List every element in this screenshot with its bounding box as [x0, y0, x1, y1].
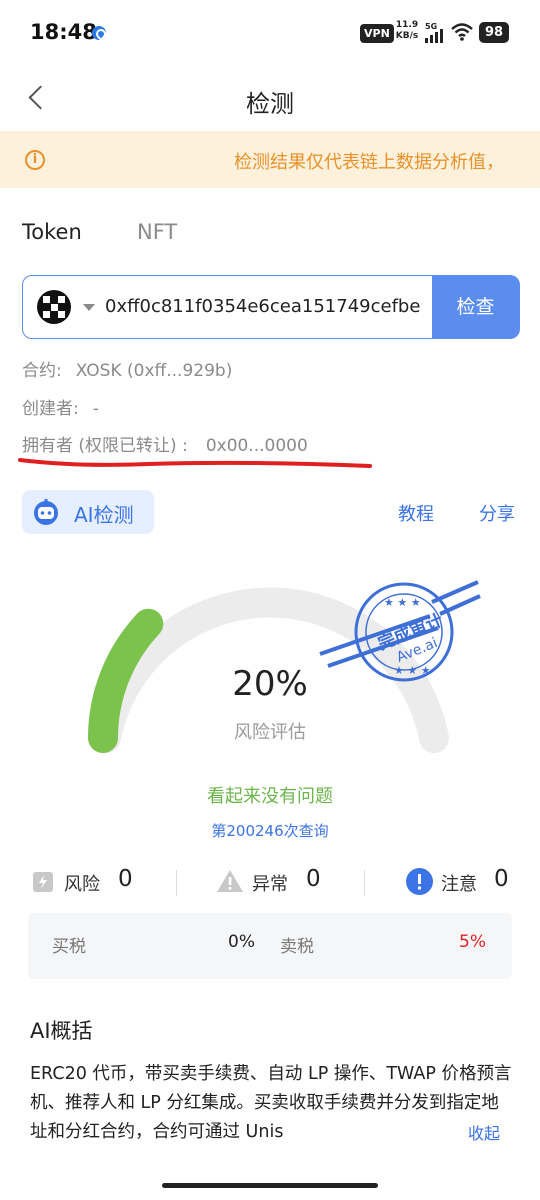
contract-value[interactable]: XOSK (0xff...929b)	[76, 361, 233, 381]
notice-banner: i 检测结果仅代表链上数据分析值，	[0, 131, 540, 188]
address-input[interactable]	[105, 276, 431, 337]
query-count: 第200246次查询	[211, 822, 329, 840]
signal-icon: 5G	[425, 22, 447, 44]
owner-value[interactable]: 0x00...0000	[206, 436, 308, 456]
owner-label: 拥有者 (权限已转让) :	[22, 436, 188, 456]
network-type: 5G	[425, 22, 438, 31]
home-indicator	[162, 1183, 378, 1188]
info-icon: i	[25, 150, 45, 170]
stat-divider	[364, 870, 365, 896]
risk-subtitle: 风险评估	[234, 722, 306, 743]
ai-detect-chip[interactable]: AI检测	[22, 490, 154, 534]
buy-tax-label: 买税	[52, 937, 86, 957]
page-title: 检测	[246, 90, 294, 118]
tutorial-link[interactable]: 教程	[398, 500, 434, 526]
net-speed-value: 11.9	[395, 20, 419, 30]
share-link[interactable]: 分享	[479, 500, 515, 526]
tab-token[interactable]: Token	[22, 220, 82, 244]
net-speed-unit: KB/s	[395, 31, 419, 41]
warning-triangle-icon	[217, 870, 243, 892]
owner-row: 拥有者 (权限已转让) : 0x00...0000	[22, 431, 308, 456]
red-handwritten-underline	[18, 458, 372, 468]
status-bar: 18:48 VPN 11.9 KB/s 5G 98	[0, 0, 540, 68]
stat-divider	[176, 870, 177, 896]
ai-summary-text: ERC20 代币，带买卖手续费、自动 LP 操作、TWAP 价格预言机、推荐人和…	[30, 1064, 512, 1142]
abnormal-count: 0	[306, 866, 321, 892]
status-time: 18:48	[30, 20, 97, 44]
creator-row: 创建者: -	[22, 394, 99, 419]
warning-shield-icon	[33, 872, 53, 892]
risk-percent: 20%	[232, 664, 308, 704]
okx-chain-logo-icon[interactable]	[37, 290, 71, 324]
collapse-link[interactable]: 收起	[462, 1120, 501, 1144]
ai-robot-icon	[34, 499, 58, 525]
creator-label: 创建者:	[22, 399, 79, 419]
battery-icon: 98	[479, 22, 509, 43]
contract-row: 合约: XOSK (0xff...929b)	[22, 356, 232, 381]
notice-stat[interactable]: 注意 0	[405, 866, 517, 898]
vpn-badge: VPN	[360, 24, 394, 43]
tab-nft[interactable]: NFT	[137, 220, 177, 244]
notice-text: 检测结果仅代表链上数据分析值，	[234, 152, 504, 173]
net-speed: 11.9 KB/s	[394, 20, 420, 42]
svg-text:★ ★ ★: ★ ★ ★	[384, 596, 421, 609]
contract-label: 合约:	[22, 361, 62, 381]
wifi-icon	[451, 23, 473, 41]
alert-icon	[406, 868, 433, 895]
ai-summary-title: AI概括	[30, 1019, 93, 1043]
abnormal-label: 异常	[252, 874, 288, 895]
sell-tax-label: 卖税	[280, 937, 314, 957]
address-search-box: 检查	[22, 274, 520, 339]
ai-detect-label: AI检测	[74, 503, 134, 527]
notice-label: 注意	[441, 874, 477, 895]
risk-stat[interactable]: 风险 0	[30, 866, 160, 898]
tax-summary: 买税 0% 卖税 5%	[28, 913, 512, 979]
status-message: 看起来没有问题	[207, 786, 333, 807]
buy-tax-value: 0%	[228, 932, 255, 952]
creator-value: -	[92, 399, 99, 419]
risk-label: 风险	[64, 874, 100, 895]
check-button[interactable]: 检查	[431, 274, 520, 339]
chain-dropdown-icon[interactable]	[83, 304, 95, 311]
notice-count: 0	[494, 866, 509, 892]
sell-tax-value: 5%	[459, 932, 486, 952]
abnormal-stat[interactable]: 异常 0	[216, 866, 346, 898]
nav-header: 检测	[0, 68, 540, 130]
risk-count: 0	[118, 866, 133, 892]
location-icon	[92, 26, 106, 40]
